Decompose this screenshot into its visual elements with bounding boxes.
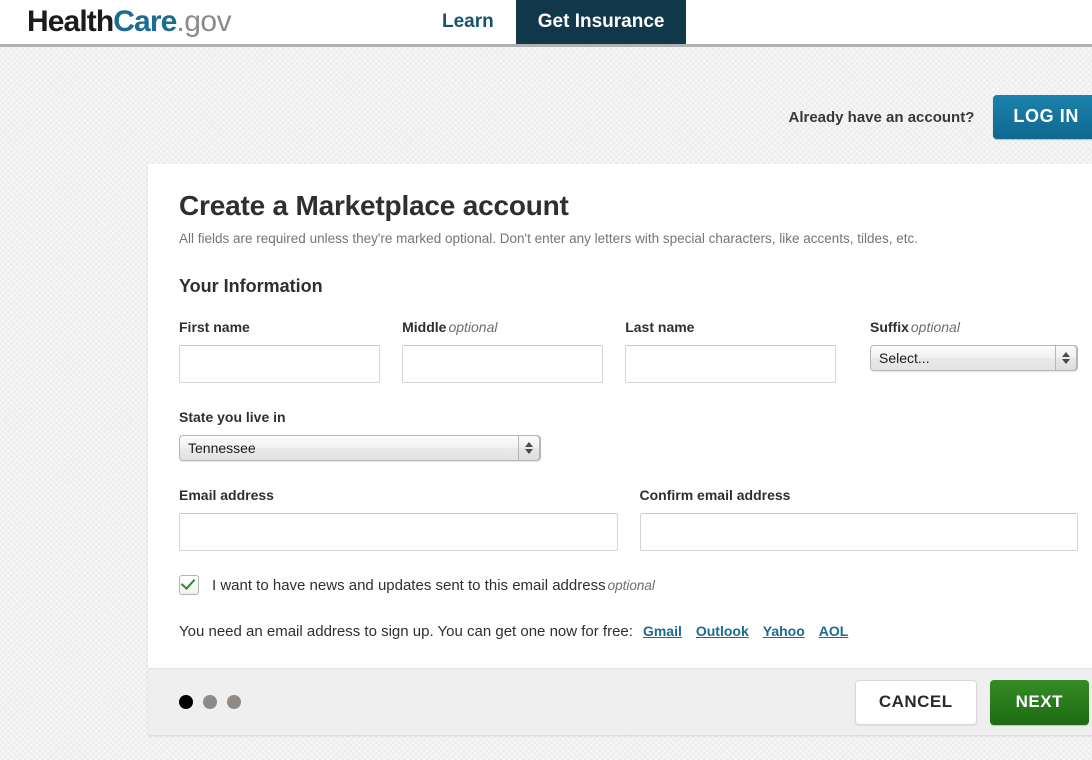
main-navigation: Learn Get Insurance: [420, 0, 687, 44]
newsletter-opt-in-row: I want to have news and updates sent to …: [179, 575, 1078, 596]
step-dot-3[interactable]: [227, 695, 241, 710]
logo-part-care: Care: [113, 5, 177, 38]
already-have-account-label: Already have an account?: [788, 108, 975, 126]
chevron-down-icon: [525, 449, 533, 455]
last-name-input[interactable]: [625, 345, 836, 384]
first-name-label-text: First name: [179, 319, 250, 336]
middle-name-optional-tag: optional: [448, 319, 498, 336]
email-provider-help-row: You need an email address to sign up. Yo…: [179, 623, 1078, 640]
middle-name-field-group: Middle optional: [402, 319, 604, 384]
chevron-down-icon: [1062, 359, 1070, 365]
suffix-field-group: Suffix optional Select...: [870, 319, 1078, 383]
state-label: State you live in: [179, 409, 1078, 425]
suffix-select-value: Select...: [879, 350, 930, 367]
page-subtitle: All fields are required unless they're m…: [179, 231, 919, 246]
last-name-label-text: Last name: [625, 319, 695, 336]
suffix-optional-tag: optional: [910, 319, 960, 336]
link-aol[interactable]: AOL: [819, 623, 849, 639]
last-name-label: Last name: [625, 319, 836, 335]
create-account-card: Create a Marketplace account All fields …: [148, 164, 1092, 736]
link-outlook[interactable]: Outlook: [696, 623, 749, 639]
step-indicator: [179, 695, 241, 710]
site-logo[interactable]: HealthCare.gov: [27, 2, 232, 42]
middle-name-label-text: Middle: [402, 319, 447, 336]
middle-name-input[interactable]: [402, 345, 604, 384]
email-label: Email address: [179, 487, 618, 503]
nav-item-learn[interactable]: Learn: [420, 0, 516, 44]
newsletter-optional-tag: optional: [607, 577, 655, 593]
section-title-your-information: Your Information: [179, 276, 323, 297]
card-body: Create a Marketplace account All fields …: [148, 164, 1092, 668]
chevron-up-icon: [1062, 352, 1070, 358]
step-dot-2[interactable]: [203, 695, 217, 710]
page-title: Create a Marketplace account: [179, 190, 569, 221]
state-label-text: State you live in: [179, 409, 286, 426]
suffix-label: Suffix optional: [870, 319, 1078, 335]
account-bar: Already have an account? LOG IN: [788, 95, 1092, 139]
next-button[interactable]: NEXT: [989, 679, 1089, 725]
confirm-email-label-text: Confirm email address: [639, 487, 791, 504]
confirm-email-input[interactable]: [639, 513, 1078, 552]
email-help-text: You need an email address to sign up. Yo…: [179, 623, 633, 641]
confirm-email-field-group: Confirm email address: [639, 487, 1079, 552]
first-name-input[interactable]: [179, 345, 381, 384]
step-dot-1[interactable]: [179, 695, 193, 710]
card-footer: CANCEL NEXT: [148, 668, 1092, 736]
newsletter-label-text: I want to have news and updates sent to …: [212, 576, 606, 594]
link-yahoo[interactable]: Yahoo: [763, 623, 805, 639]
logo-part-gov: .gov: [176, 5, 232, 38]
chevron-up-icon: [525, 442, 533, 448]
newsletter-checkbox[interactable]: [179, 575, 199, 596]
confirm-email-label: Confirm email address: [640, 487, 1079, 503]
link-gmail[interactable]: Gmail: [643, 623, 682, 639]
email-label-text: Email address: [179, 487, 274, 504]
stepper-arrows-icon[interactable]: [518, 435, 540, 462]
newsletter-checkbox-label[interactable]: I want to have news and updates sent to …: [212, 577, 655, 594]
name-fields-row: First name Middle optional Last name Suf…: [179, 319, 1078, 384]
last-name-field-group: Last name: [625, 319, 836, 384]
cancel-button[interactable]: CANCEL: [854, 679, 977, 725]
suffix-select[interactable]: Select...: [870, 345, 1078, 372]
log-in-button[interactable]: LOG IN: [993, 95, 1092, 139]
suffix-label-text: Suffix: [870, 319, 909, 336]
first-name-field-group: First name: [179, 319, 381, 384]
state-field-group: State you live in Tennessee: [179, 409, 1078, 462]
middle-name-label: Middle optional: [402, 319, 603, 335]
email-input[interactable]: [179, 513, 618, 552]
checkmark-icon: [180, 575, 196, 591]
first-name-label: First name: [179, 319, 380, 335]
nav-item-get-insurance[interactable]: Get Insurance: [515, 0, 687, 44]
email-fields-row: Email address Confirm email address: [179, 487, 1079, 552]
state-select-value: Tennessee: [188, 440, 256, 457]
stepper-arrows-icon[interactable]: [1055, 345, 1077, 372]
page-root: HealthCare.gov Learn Get Insurance Alread…: [0, 0, 1092, 760]
site-header: HealthCare.gov Learn Get Insurance: [0, 0, 1092, 47]
state-select[interactable]: Tennessee: [179, 435, 541, 462]
logo-part-health: Health: [27, 5, 114, 38]
email-field-group: Email address: [179, 487, 618, 552]
